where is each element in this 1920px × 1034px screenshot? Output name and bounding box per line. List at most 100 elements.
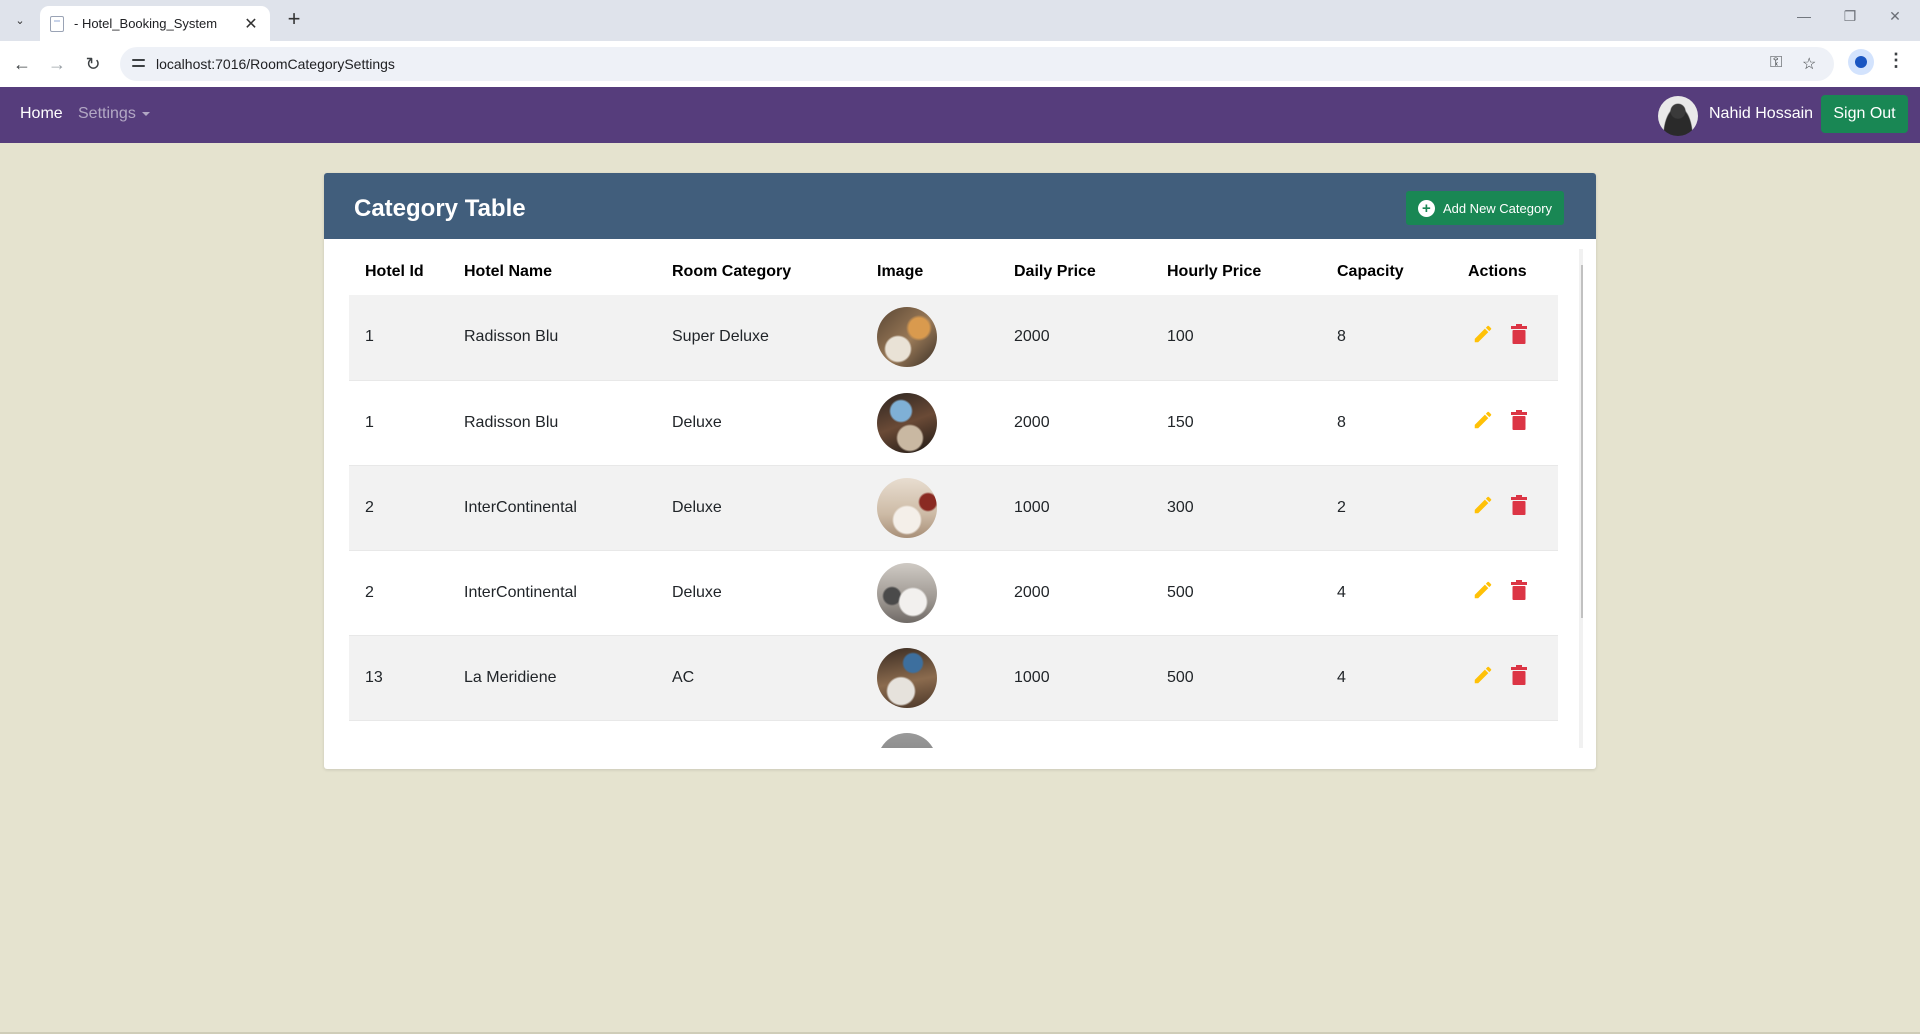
edit-pencil-icon[interactable] [1472, 664, 1494, 686]
add-new-category-button[interactable]: + Add New Category [1406, 191, 1564, 225]
cell-hourly-price: 500 [1167, 669, 1194, 686]
cell-hotel-name: InterContinental [464, 499, 577, 516]
browser-toolbar: ← → ↻ localhost:7016/RoomCategorySetting… [0, 41, 1920, 87]
room-image [877, 478, 937, 538]
cell-hotel-name: La Meridiene [464, 669, 557, 686]
scrollbar-thumb[interactable] [1581, 265, 1583, 618]
cell-daily-price: 1000 [1014, 669, 1050, 686]
table-row [349, 720, 1558, 748]
minimize-icon[interactable]: — [1794, 8, 1814, 24]
delete-trash-icon[interactable] [1511, 665, 1527, 685]
cell-hourly-price: 150 [1167, 414, 1194, 431]
delete-trash-icon[interactable] [1511, 410, 1527, 430]
edit-pencil-icon[interactable] [1472, 494, 1494, 516]
room-image [877, 733, 937, 748]
delete-trash-icon[interactable] [1511, 495, 1527, 515]
address-bar[interactable]: localhost:7016/RoomCategorySettings ⚿ ☆ [120, 47, 1834, 81]
cell-hotel-name: Radisson Blu [464, 414, 559, 431]
nav-home-link[interactable]: Home [20, 105, 63, 123]
table-row: 1 Radisson Blu Super Deluxe 2000 100 8 [349, 295, 1558, 380]
cell-hotel-id: 1 [365, 414, 374, 431]
window-close-icon[interactable]: ✕ [1885, 8, 1905, 25]
browser-menu-icon[interactable]: ⋮ [1887, 50, 1905, 71]
column-header: Actions [1468, 263, 1527, 280]
column-header: Image [877, 263, 924, 280]
profile-icon[interactable] [1848, 49, 1874, 75]
edit-pencil-icon[interactable] [1472, 579, 1494, 601]
scroll-up-arrow-icon[interactable]: ▲ [1579, 251, 1583, 263]
cell-hourly-price: 100 [1167, 328, 1194, 345]
card-header: Category Table + Add New Category [324, 173, 1596, 239]
cell-hotel-id: 13 [365, 669, 383, 686]
caret-down-icon [141, 111, 150, 116]
site-info-icon[interactable] [130, 55, 148, 73]
user-name: Nahid Hossain [1709, 105, 1814, 122]
restore-icon[interactable]: ❐ [1840, 8, 1860, 25]
column-header: Hotel Id [365, 263, 424, 280]
new-tab-icon[interactable]: + [282, 8, 306, 32]
edit-pencil-icon[interactable] [1472, 323, 1494, 345]
cell-hotel-id: 1 [365, 328, 374, 345]
browser-tab-strip: ⌄ - Hotel_Booking_System ✕ + — ❐ ✕ [0, 0, 1920, 41]
room-image [877, 563, 937, 623]
cell-hotel-id: 2 [365, 499, 374, 516]
bookmark-star-icon[interactable]: ☆ [1802, 54, 1816, 74]
cell-hotel-name: Radisson Blu [464, 328, 559, 345]
column-header: Daily Price [1014, 263, 1096, 280]
table-row: 13 La Meridiene AC 1000 500 4 [349, 635, 1558, 721]
room-image [877, 393, 937, 453]
cell-daily-price: 2000 [1014, 328, 1050, 345]
app-navbar: Home Settings Nahid Hossain Sign Out [0, 87, 1920, 143]
cell-daily-price: 1000 [1014, 499, 1050, 516]
delete-trash-icon[interactable] [1511, 324, 1527, 344]
browser-tab[interactable]: - Hotel_Booking_System ✕ [40, 6, 270, 41]
cell-daily-price: 2000 [1014, 414, 1050, 431]
cell-room-category: Deluxe [672, 499, 722, 516]
plus-circle-icon: + [1417, 199, 1435, 217]
add-new-category-label: Add New Category [1442, 200, 1553, 216]
column-header: Room Category [672, 263, 792, 280]
reload-icon[interactable]: ↻ [81, 52, 105, 76]
tab-title: - Hotel_Booking_System [74, 16, 218, 31]
edit-pencil-icon[interactable] [1472, 409, 1494, 431]
page-favicon-icon [50, 15, 64, 32]
cell-daily-price: 2000 [1014, 584, 1050, 601]
room-image [877, 648, 937, 708]
forward-icon[interactable]: → [45, 52, 69, 76]
cell-hotel-id: 2 [365, 584, 374, 601]
table-scrollbar[interactable]: ▲ ▼ [1579, 249, 1583, 748]
nav-settings-dropdown[interactable]: Settings [78, 105, 150, 123]
cell-hotel-name: InterContinental [464, 584, 577, 601]
room-image [877, 307, 937, 367]
scroll-down-arrow-icon[interactable]: ▼ [1579, 734, 1583, 746]
url-text[interactable]: localhost:7016/RoomCategorySettings [156, 56, 395, 72]
cell-capacity: 8 [1337, 414, 1346, 431]
delete-trash-icon[interactable] [1511, 580, 1527, 600]
cell-capacity: 2 [1337, 499, 1346, 516]
column-header: Hotel Name [464, 263, 553, 280]
cell-room-category: AC [672, 669, 695, 686]
cell-hourly-price: 300 [1167, 499, 1194, 516]
category-table: Hotel Id Hotel Name Room Category Image … [349, 249, 1583, 748]
card-title: Category Table [354, 195, 526, 222]
column-header: Capacity [1337, 263, 1404, 280]
table-row: 2 InterContinental Deluxe 1000 300 2 [349, 465, 1558, 551]
sign-out-button[interactable]: Sign Out [1821, 95, 1908, 133]
password-key-icon[interactable]: ⚿ [1770, 54, 1782, 72]
cell-room-category: Super Deluxe [672, 328, 769, 345]
cell-capacity: 4 [1337, 669, 1346, 686]
user-avatar [1658, 96, 1698, 136]
table-header-row: Hotel Id Hotel Name Room Category Image … [349, 249, 1558, 295]
cell-hourly-price: 500 [1167, 584, 1194, 601]
tab-search-icon[interactable]: ⌄ [8, 8, 32, 32]
cell-room-category: Deluxe [672, 414, 722, 431]
cell-capacity: 4 [1337, 584, 1346, 601]
category-card: Category Table + Add New Category Hotel … [324, 173, 1596, 769]
nav-settings-label: Settings [78, 105, 136, 122]
column-header: Hourly Price [1167, 263, 1262, 280]
cell-capacity: 8 [1337, 328, 1346, 345]
table-row: 2 InterContinental Deluxe 2000 500 4 [349, 550, 1558, 636]
table-row: 1 Radisson Blu Deluxe 2000 150 8 [349, 380, 1558, 466]
tab-close-icon[interactable]: ✕ [242, 14, 260, 34]
back-icon[interactable]: ← [10, 52, 34, 76]
